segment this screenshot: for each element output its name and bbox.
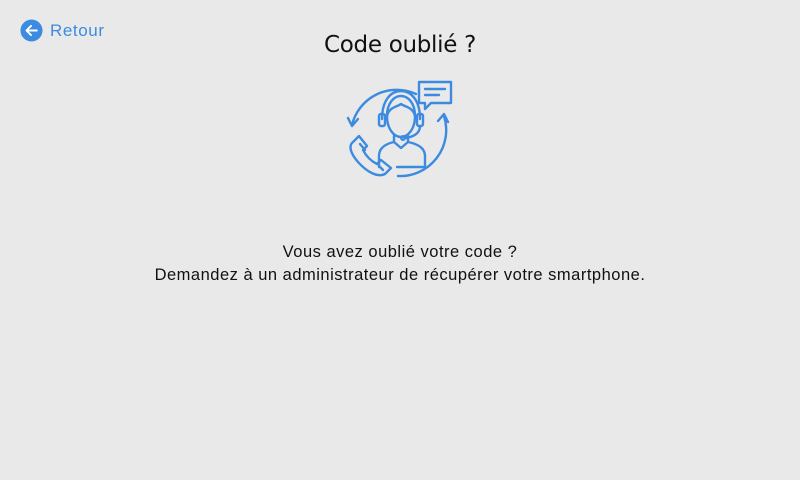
- info-message: Vous avez oublié votre code ? Demandez à…: [0, 241, 800, 287]
- support-agent-icon: [346, 80, 453, 178]
- message-instruction: Demandez à un administrateur de récupére…: [154, 266, 646, 284]
- page-title: Code oublié ?: [324, 32, 476, 58]
- message-question: Vous avez oublié votre code ?: [282, 243, 518, 261]
